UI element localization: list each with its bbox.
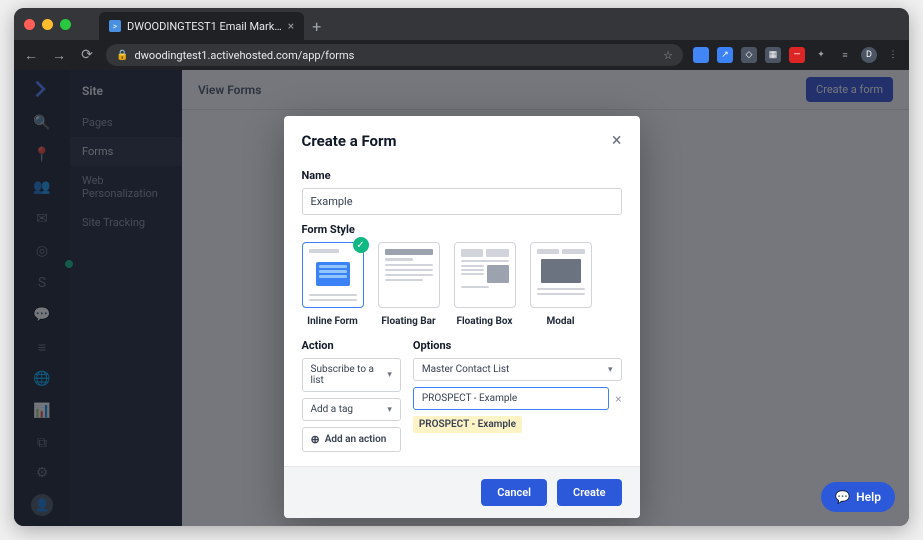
style-thumbnail <box>378 242 440 308</box>
form-style-label: Form Style <box>302 223 622 236</box>
lock-icon: 🔒 <box>116 50 128 61</box>
bookmark-star-icon[interactable]: ☆ <box>663 49 673 62</box>
modal-footer: Cancel Create <box>284 466 640 518</box>
action-select-addtag[interactable]: Add a tag ▾ <box>302 398 401 421</box>
extension-icon[interactable]: ◇ <box>741 47 757 63</box>
style-option-floating-box[interactable]: Floating Box <box>454 242 516 327</box>
help-label: Help <box>856 490 881 504</box>
clear-tag-icon[interactable]: × <box>615 392 621 406</box>
plus-circle-icon: ⊕ <box>311 433 320 446</box>
window-titlebar: > DWOODINGTEST1 Email Mark… × + <box>14 8 909 40</box>
create-form-modal: Create a Form × Name Form Style ✓ <box>284 116 640 518</box>
new-tab-button[interactable]: + <box>304 17 329 40</box>
extension-icon[interactable]: ≡ <box>837 47 853 63</box>
style-label: Floating Box <box>457 316 513 327</box>
close-window-button[interactable] <box>24 19 35 30</box>
address-bar: ← → ⟳ 🔒 dwoodingtest1.activehosted.com/a… <box>14 40 909 70</box>
tab-strip: > DWOODINGTEST1 Email Mark… × + <box>99 8 329 40</box>
selected-check-icon: ✓ <box>353 237 369 253</box>
select-value: Add a tag <box>311 404 354 415</box>
select-value: Master Contact List <box>422 364 509 375</box>
help-widget-button[interactable]: 💬 Help <box>821 482 895 512</box>
reload-button[interactable]: ⟳ <box>78 47 96 63</box>
extension-icon[interactable]: ↗ <box>717 47 733 63</box>
tag-input[interactable] <box>413 387 609 410</box>
forward-button[interactable]: → <box>50 47 68 64</box>
modal-title: Create a Form <box>302 132 397 150</box>
style-thumbnail <box>454 242 516 308</box>
style-label: Modal <box>546 316 574 327</box>
style-thumbnail: ✓ <box>302 242 364 308</box>
style-label: Inline Form <box>307 316 358 327</box>
tab-close-icon[interactable]: × <box>288 19 294 33</box>
modal-close-icon[interactable]: × <box>612 130 622 151</box>
browser-menu-icon[interactable]: ⋮ <box>885 47 901 63</box>
style-option-modal[interactable]: Modal <box>530 242 592 327</box>
minimize-window-button[interactable] <box>42 19 53 30</box>
extension-icons: ↗ ◇ ▦ — ✦ ≡ D ⋮ <box>693 47 901 63</box>
modal-body: Name Form Style ✓ Inline Form <box>284 169 640 466</box>
app-viewport: 🔍 📍 👥 ✉ ◎ S 💬 ≡ 🌐 📊 ⧉ ⚙ 👤 Site Pages For… <box>14 70 909 526</box>
chevron-down-icon: ▾ <box>608 365 613 375</box>
style-option-inline[interactable]: ✓ Inline Form <box>302 242 364 327</box>
chevron-down-icon: ▾ <box>387 405 392 415</box>
extensions-menu-icon[interactable]: ✦ <box>813 47 829 63</box>
help-chat-icon: 💬 <box>835 490 850 504</box>
create-button[interactable]: Create <box>557 479 622 506</box>
browser-tab[interactable]: > DWOODINGTEST1 Email Mark… × <box>99 12 304 40</box>
profile-avatar[interactable]: D <box>861 47 877 63</box>
tab-title: DWOODINGTEST1 Email Mark… <box>127 20 282 33</box>
maximize-window-button[interactable] <box>60 19 71 30</box>
options-column-label: Options <box>413 339 622 352</box>
style-label: Floating Bar <box>381 316 435 327</box>
add-action-label: Add an action <box>325 434 387 445</box>
traffic-lights <box>24 19 71 30</box>
extension-icon[interactable]: ▦ <box>765 47 781 63</box>
chevron-down-icon: ▾ <box>387 370 392 380</box>
extension-icon[interactable]: — <box>789 47 805 63</box>
options-list-select[interactable]: Master Contact List ▾ <box>413 358 622 381</box>
name-input[interactable] <box>302 188 622 215</box>
action-column-label: Action <box>302 339 401 352</box>
cancel-button[interactable]: Cancel <box>481 479 547 506</box>
select-value: Subscribe to a list <box>311 364 388 386</box>
form-style-options: ✓ Inline Form <box>302 242 622 327</box>
modal-header: Create a Form × <box>284 116 640 161</box>
action-select-subscribe[interactable]: Subscribe to a list ▾ <box>302 358 401 392</box>
extension-icon[interactable] <box>693 47 709 63</box>
browser-window: > DWOODINGTEST1 Email Mark… × + ← → ⟳ 🔒 … <box>14 8 909 526</box>
add-action-button[interactable]: ⊕ Add an action <box>302 427 401 452</box>
url-input[interactable]: 🔒 dwoodingtest1.activehosted.com/app/for… <box>106 44 683 66</box>
style-option-floating-bar[interactable]: Floating Bar <box>378 242 440 327</box>
back-button[interactable]: ← <box>22 47 40 64</box>
tab-favicon-icon: > <box>109 20 121 32</box>
url-text: dwoodingtest1.activehosted.com/app/forms <box>134 49 354 62</box>
tag-suggestion[interactable]: PROSPECT - Example <box>413 416 522 433</box>
name-label: Name <box>302 169 622 182</box>
style-thumbnail <box>530 242 592 308</box>
